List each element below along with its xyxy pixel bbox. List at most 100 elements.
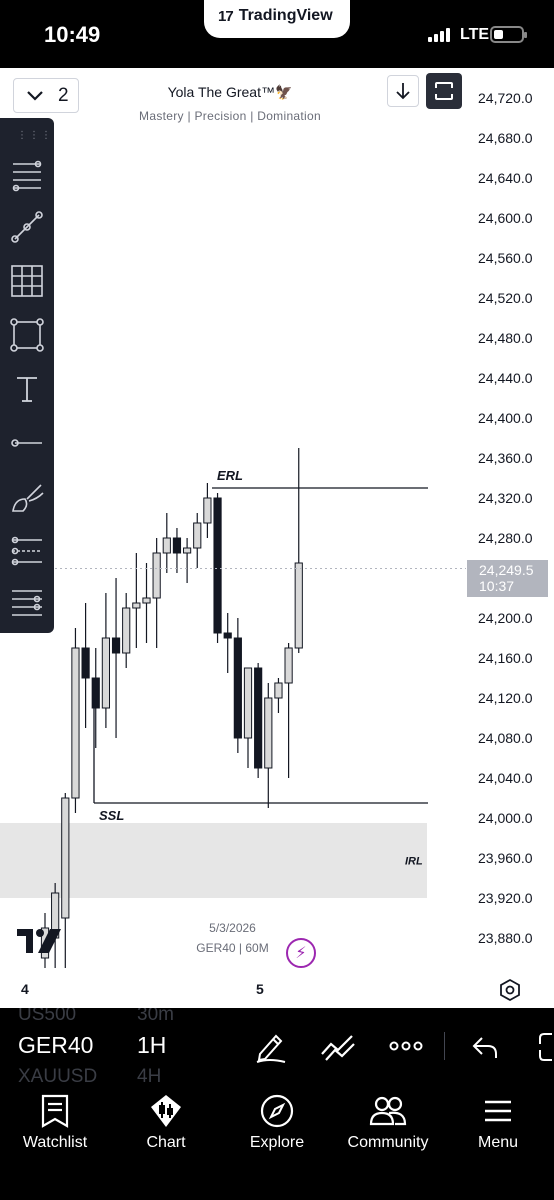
price-tick-label: 24,440.0 [478, 370, 533, 386]
price-tick-label: 24,360.0 [478, 450, 533, 466]
price-tick-label: 24,280.0 [478, 530, 533, 546]
candle-bullish [132, 602, 141, 609]
toolbar-divider [444, 1032, 445, 1060]
screen: 10:49 17 TradingView LTE ERL SSL IRL 24,72… [0, 0, 554, 1200]
price-scale[interactable]: 24,720.0 24,680.0 24,640.0 24,600.0 24,560.0… [466, 68, 554, 988]
candle-bullish [71, 647, 80, 799]
next-symbol-ghost: XAUUSD [18, 1066, 98, 1086]
candle-bearish [223, 632, 232, 639]
nav-explore[interactable]: Explore [222, 1092, 332, 1152]
grid-pattern-icon [11, 265, 43, 297]
chart-watermark: Yola The Great™🦅 Mastery | Precision | D… [110, 84, 350, 123]
pen-icon [256, 1034, 286, 1063]
candle-bearish [172, 537, 182, 554]
candle-bullish [274, 682, 283, 699]
ssl-label: SSL [99, 808, 124, 823]
fullscreen-button[interactable] [426, 73, 462, 109]
symbol-toolbar: US500 30m XAUUSD 4H GER40 1H [0, 1008, 554, 1086]
price-tick-label: 23,920.0 [478, 890, 533, 906]
arrow-down-icon [396, 83, 410, 100]
layout-button[interactable] [536, 1028, 554, 1069]
tradingview-logo-icon: 17 [218, 7, 234, 25]
more-dots-icon [389, 1041, 423, 1051]
compass-icon [260, 1094, 294, 1128]
price-tick-label: 24,080.0 [478, 730, 533, 746]
nav-watchlist[interactable]: Watchlist [0, 1092, 110, 1152]
download-button[interactable] [387, 75, 419, 107]
candlestick-chart[interactable]: ERL SSL IRL [0, 68, 466, 988]
watchlist-icon [41, 1094, 69, 1128]
symbol-selector[interactable]: GER40 [18, 1032, 93, 1059]
chart-symbol-label: GER40 | 60M [196, 941, 269, 955]
hexagon-settings-icon [500, 978, 520, 1002]
drag-handle-icon[interactable]: ⋮⋮⋮ [17, 130, 53, 141]
nav-label: Explore [249, 1134, 305, 1151]
candle-bullish [294, 562, 303, 649]
object-tree-icon [12, 590, 42, 616]
price-tick-label: 24,520.0 [478, 290, 533, 306]
price-tick-label: 24,480.0 [478, 330, 533, 346]
chart-candles-icon [151, 1095, 181, 1127]
candle-bullish [142, 597, 151, 604]
measure-tool-button[interactable] [8, 424, 46, 462]
candle-bullish [203, 497, 212, 524]
long-short-position-icon [11, 536, 42, 566]
price-tick-label: 24,000.0 [478, 810, 533, 826]
chart-pane[interactable]: ERL SSL IRL 24,720.0 24,680.0 24,640.0 24,600… [0, 68, 554, 1008]
prediction-tool-button[interactable] [8, 532, 46, 570]
nav-community[interactable]: Community [333, 1092, 443, 1152]
fib-tool-button[interactable] [8, 156, 46, 194]
nav-menu[interactable]: Menu [443, 1092, 553, 1152]
indicators-button[interactable] [320, 1028, 356, 1069]
timeframe-selector[interactable]: 1H [137, 1032, 166, 1059]
brush-tool-button[interactable] [8, 478, 46, 516]
candle-bullish [162, 537, 171, 554]
undo-icon [472, 1037, 497, 1058]
dynamic-island: 17 TradingView [204, 0, 350, 38]
hamburger-menu-icon [485, 1100, 511, 1122]
bar-countdown: 10:37 [479, 578, 515, 594]
network-type: LTE [460, 26, 490, 43]
nav-label: Menu [477, 1134, 519, 1151]
trend-line-icon [11, 211, 43, 243]
brush-icon [12, 484, 44, 512]
layout-count: 2 [58, 84, 69, 106]
undo-button[interactable] [470, 1028, 502, 1069]
current-price-value: 24,249.5 [479, 562, 534, 578]
price-tick-label: 24,040.0 [478, 770, 533, 786]
price-tick-label: 24,560.0 [478, 250, 533, 266]
layout-icon [539, 1033, 552, 1061]
price-tick-label: 24,200.0 [478, 610, 533, 626]
next-timeframe-ghost: 4H [137, 1066, 162, 1086]
signal-icon [428, 28, 450, 42]
candle-bullish [101, 637, 111, 709]
trendline-tool-button[interactable] [8, 208, 46, 246]
drawing-toolbar: ⋮⋮⋮ [0, 118, 54, 633]
chart-settings-button[interactable] [498, 978, 522, 1007]
price-tick-label: 24,400.0 [478, 410, 533, 426]
candle-bullish [183, 547, 192, 554]
nav-chart[interactable]: Chart [111, 1092, 221, 1152]
candle-bullish [152, 552, 161, 599]
candle-bearish [213, 497, 222, 634]
irl-label: IRL [405, 856, 423, 868]
candle-bearish [233, 637, 242, 739]
watermark-title: Yola The Great™🦅 [167, 84, 293, 100]
layout-selector-button[interactable]: 2 [13, 78, 79, 113]
rectangle-shape-icon [10, 318, 44, 352]
pattern-tool-button[interactable] [8, 262, 46, 300]
object-tree-button[interactable] [8, 584, 46, 622]
price-tick-label: 24,680.0 [478, 130, 533, 146]
nav-label: Watchlist [22, 1134, 88, 1151]
shape-tool-button[interactable] [8, 316, 46, 354]
flash-replay-button[interactable]: ⚡ [286, 938, 316, 968]
time-tick: 5 [256, 981, 264, 997]
more-button[interactable] [388, 1028, 424, 1069]
fib-retracement-icon [12, 160, 42, 192]
text-tool-button[interactable] [8, 370, 46, 408]
drawing-button[interactable] [254, 1028, 288, 1069]
price-tick-label: 24,320.0 [478, 490, 533, 506]
price-tick-label: 24,640.0 [478, 170, 533, 186]
candle-bullish [284, 647, 293, 684]
prev-symbol-ghost: US500 [18, 1008, 77, 1025]
